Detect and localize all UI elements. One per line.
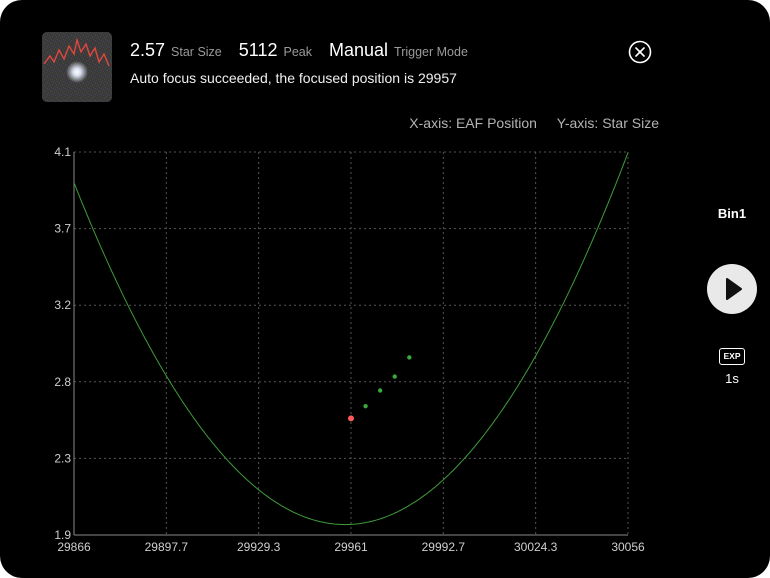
autofocus-panel: 2.57 Star Size 5112 Peak Manual Trigger … — [0, 0, 770, 578]
exposure-time: 1s — [725, 371, 739, 386]
y-tick-label: 3.2 — [54, 298, 71, 312]
data-point — [363, 403, 368, 409]
trigger-mode-label: Trigger Mode — [394, 45, 468, 59]
y-tick-label: 2.8 — [54, 375, 71, 389]
exposure-icon[interactable]: EXP — [719, 348, 745, 365]
focus-curve-chart: 29866 29897.7 29929.3 29961 29992.7 30024.3 30… — [54, 145, 645, 554]
close-circle-icon — [628, 40, 652, 64]
star-size-label: Star Size — [171, 45, 222, 59]
y-axis-label: Y-axis: Star Size — [556, 115, 659, 131]
peak-label: Peak — [283, 45, 312, 59]
y-tick-label: 4.1 — [54, 145, 71, 159]
focus-point — [348, 415, 354, 422]
binning-button[interactable]: Bin1 — [718, 206, 746, 221]
trigger-mode-value: Manual — [328, 40, 389, 60]
y-tick-label: 1.9 — [54, 528, 71, 542]
x-tick-label: 29992.7 — [422, 540, 466, 554]
star-thumbnail — [42, 32, 112, 102]
data-point — [392, 374, 397, 379]
play-icon — [726, 278, 742, 300]
x-tick-label: 29961 — [334, 540, 368, 554]
y-tick-label: 2.3 — [54, 451, 71, 465]
peak-value: 5112 — [238, 40, 278, 60]
star-thumbnail-image — [42, 32, 112, 102]
close-button[interactable] — [628, 40, 652, 64]
status-message: Auto focus succeeded, the focused positi… — [130, 70, 457, 86]
x-tick-label: 29929.3 — [237, 540, 281, 554]
x-tick-label: 30024.3 — [514, 540, 558, 554]
star-size-value: 2.57 — [130, 40, 166, 60]
x-axis-label: X-axis: EAF Position — [409, 115, 537, 131]
play-button[interactable] — [707, 264, 757, 314]
x-tick-label: 30056 — [611, 540, 645, 554]
data-point — [377, 388, 383, 393]
axes-legend: X-axis: EAF Position Y-axis: Star Size — [409, 115, 659, 131]
x-tick-label: 29866 — [57, 540, 91, 554]
x-tick-label: 29897.7 — [145, 540, 189, 554]
y-tick-label: 3.7 — [54, 222, 71, 236]
data-point — [407, 355, 412, 360]
focus-stats: 2.57 Star Size 5112 Peak Manual Trigger … — [130, 40, 485, 64]
